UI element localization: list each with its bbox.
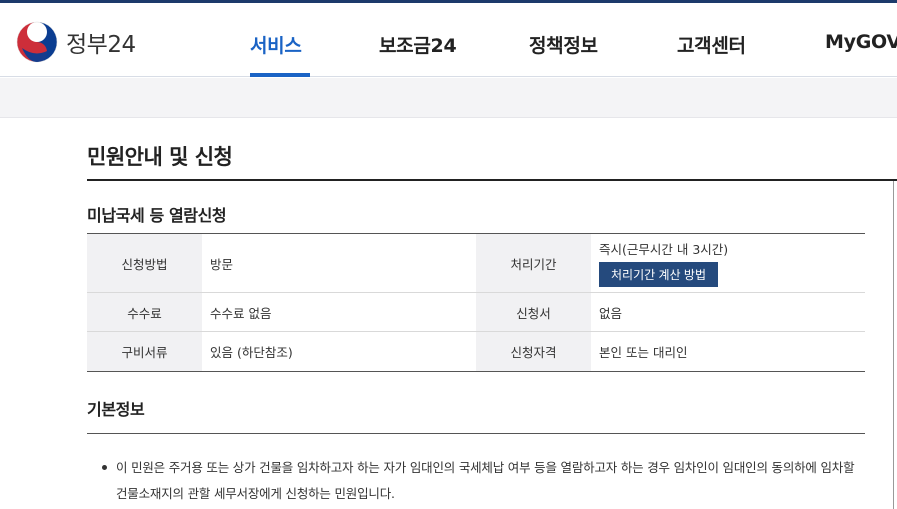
table-value-cell: 즉시(근무시간 내 3시간) 처리기간 계산 방법 [591, 234, 865, 292]
processing-period-calc-button[interactable]: 처리기간 계산 방법 [599, 262, 718, 287]
table-value-cell: 있음 (하단참조) [202, 332, 476, 371]
nav-active-indicator [250, 73, 310, 77]
table-value-cell: 방문 [202, 234, 476, 292]
table-value-cell: 수수료 없음 [202, 293, 476, 331]
cell-text: 수수료 없음 [210, 305, 272, 321]
service-info-table: 신청방법 방문 처리기간 즉시(근무시간 내 3시간) 처리기간 계산 방법 수… [87, 233, 865, 372]
service-description: 이 민원은 주거용 또는 상가 건물을 임차하고자 하는 자가 임대인의 국세체… [116, 460, 855, 501]
basic-info-divider [87, 433, 865, 434]
nav-item-services[interactable]: 서비스 [250, 31, 302, 58]
cell-text: 있음 (하단참조) [210, 345, 293, 360]
cell-text: 없음 [599, 305, 623, 321]
table-header-cell: 신청자격 [476, 332, 591, 371]
nav-item-customer-center[interactable]: 고객센터 [677, 31, 746, 58]
title-divider [87, 179, 897, 181]
nav-item-policy-info[interactable]: 정책정보 [529, 31, 598, 58]
page-title: 민원안내 및 신청 [87, 145, 233, 169]
breadcrumb-band [0, 78, 897, 118]
table-header-cell: 구비서류 [87, 332, 202, 371]
content-right-border [893, 181, 894, 509]
nav-item-mygov[interactable]: MyGOV [825, 31, 897, 53]
table-header-cell: 수수료 [87, 293, 202, 331]
basic-info-title: 기본정보 [87, 400, 145, 419]
bullet-icon [102, 465, 107, 470]
main-nav: 서비스 보조금24 정책정보 고객센터 MyGOV [0, 3, 897, 77]
table-header-cell: 처리기간 [476, 234, 591, 292]
cell-text: 본인 또는 대리인 [599, 345, 688, 360]
table-value-cell: 본인 또는 대리인 [591, 332, 865, 371]
service-title: 미납국세 등 열람신청 [87, 206, 227, 225]
cell-text: 즉시(근무시간 내 3시간) [599, 242, 729, 257]
table-header-cell: 신청서 [476, 293, 591, 331]
table-value-cell: 없음 [591, 293, 865, 331]
site-header: 정부24 서비스 보조금24 정책정보 고객센터 MyGOV [0, 3, 897, 77]
table-header-cell: 신청방법 [87, 234, 202, 292]
table-row: 수수료 수수료 없음 신청서 없음 [87, 293, 865, 332]
nav-item-subsidy24[interactable]: 보조금24 [379, 31, 457, 58]
cell-text: 방문 [210, 256, 234, 272]
table-row: 구비서류 있음 (하단참조) 신청자격 본인 또는 대리인 [87, 332, 865, 371]
table-row: 신청방법 방문 처리기간 즉시(근무시간 내 3시간) 처리기간 계산 방법 [87, 234, 865, 293]
